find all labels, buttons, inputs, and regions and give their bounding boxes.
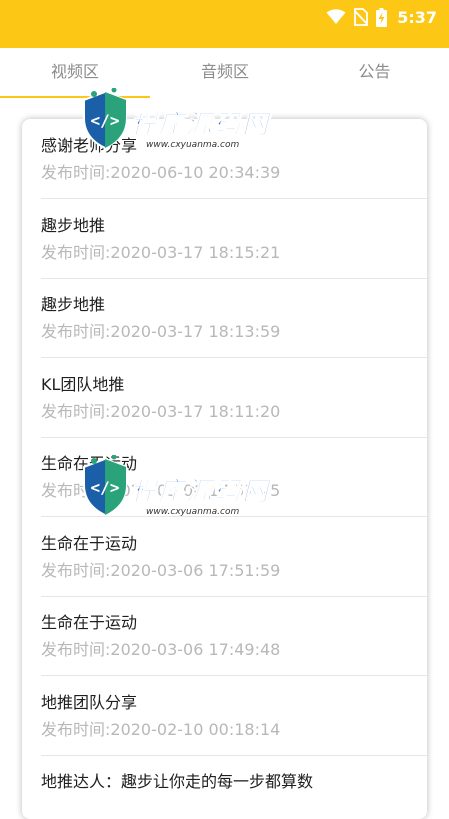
item-title: 地推团队分享 bbox=[41, 693, 138, 712]
item-title: KL团队地推 bbox=[41, 375, 125, 394]
item-time: 发布时间:2020-03-17 18:13:59 bbox=[41, 322, 281, 341]
item-title: 生命在于运动 bbox=[41, 613, 138, 632]
list-item[interactable]: 趣步地推 发布时间:2020-03-17 18:13:59 bbox=[41, 278, 427, 358]
item-title: 感谢老师分享 bbox=[41, 136, 138, 155]
item-time: 发布时间:2020-03-17 18:11:20 bbox=[41, 402, 281, 421]
wifi-icon bbox=[326, 9, 346, 25]
list-item[interactable]: 趣步地推 发布时间:2020-03-17 18:15:21 bbox=[41, 199, 427, 279]
item-title: 趣步地推 bbox=[41, 216, 106, 235]
item-time: 发布时间:2020-03-06 17:51:59 bbox=[41, 561, 281, 580]
list-item[interactable]: 生命在于运动 发布时间:2020-03-06 17:51:59 bbox=[41, 517, 427, 597]
status-time: 5:37 bbox=[397, 7, 437, 27]
tab-audio[interactable]: 音频区 bbox=[150, 58, 300, 82]
item-title: 趣步地推 bbox=[41, 295, 106, 314]
item-title: 生命在于运动 bbox=[41, 534, 138, 553]
item-time: 发布时间:2020-02-10 00:18:14 bbox=[41, 720, 281, 739]
battery-charging-icon bbox=[376, 7, 388, 27]
item-title: 生命在于运动 bbox=[41, 454, 138, 473]
list-item[interactable]: KL团队地推 发布时间:2020-03-17 18:11:20 bbox=[41, 358, 427, 438]
status-bar: 5:37 bbox=[0, 0, 449, 48]
list-item[interactable]: 地推达人：趣步让你走的每一步都算数 bbox=[41, 755, 427, 819]
item-time: 发布时间:2020-03-06 17:49:48 bbox=[41, 640, 281, 659]
no-sim-icon bbox=[354, 8, 369, 26]
tab-announcement[interactable]: 公告 bbox=[300, 58, 449, 82]
list-item[interactable]: 感谢老师分享 发布时间:2020-06-10 20:34:39 bbox=[41, 119, 427, 199]
list-item[interactable]: 地推团队分享 发布时间:2020-02-10 00:18:14 bbox=[41, 676, 427, 756]
item-title: 地推达人：趣步让你走的每一步都算数 bbox=[41, 772, 314, 791]
status-icons: 5:37 bbox=[326, 7, 437, 27]
item-time: 发布时间:2020-03-06 17:51:45 bbox=[41, 481, 281, 500]
tab-video[interactable]: 视频区 bbox=[0, 58, 150, 82]
list-item[interactable]: 生命在于运动 发布时间:2020-03-06 17:49:48 bbox=[41, 596, 427, 676]
post-list-card: 感谢老师分享 发布时间:2020-06-10 20:34:39 趣步地推 发布时… bbox=[22, 119, 427, 819]
list-item[interactable]: 生命在于运动 发布时间:2020-03-06 17:51:45 bbox=[41, 437, 427, 517]
tab-indicator bbox=[0, 96, 150, 98]
item-time: 发布时间:2020-03-17 18:15:21 bbox=[41, 243, 281, 262]
item-time: 发布时间:2020-06-10 20:34:39 bbox=[41, 163, 281, 182]
tab-bar: 视频区 音频区 公告 bbox=[0, 48, 449, 98]
